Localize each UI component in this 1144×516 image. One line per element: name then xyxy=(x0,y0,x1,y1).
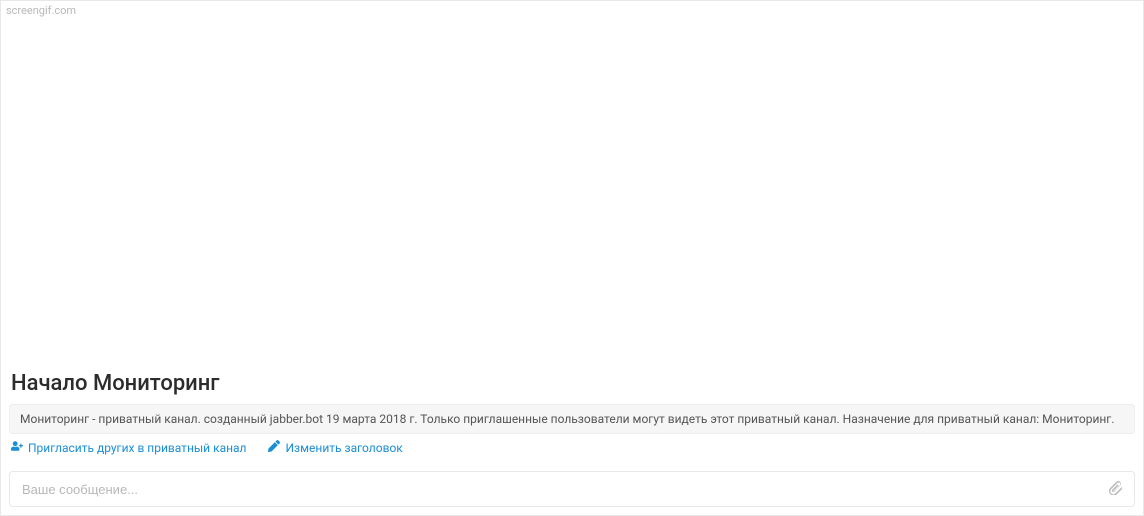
channel-actions-row: Пригласить других в приватный канал Изме… xyxy=(9,440,1135,465)
messages-scroll-area[interactable]: Начало Мониторинг Мониторинг - приватный… xyxy=(1,1,1143,465)
invite-others-label: Пригласить других в приватный канал xyxy=(28,441,246,455)
chat-container: Начало Мониторинг Мониторинг - приватный… xyxy=(1,1,1143,515)
edit-title-label: Изменить заголовок xyxy=(285,441,402,455)
composer-area xyxy=(1,465,1143,515)
user-plus-icon xyxy=(11,440,23,455)
message-composer xyxy=(9,471,1135,507)
channel-description: Мониторинг - приватный канал. созданный … xyxy=(9,404,1135,434)
attachment-icon[interactable] xyxy=(1108,480,1134,499)
channel-start-title: Начало Мониторинг xyxy=(9,371,1135,396)
edit-title-link[interactable]: Изменить заголовок xyxy=(268,440,402,455)
channel-start-block: Начало Мониторинг Мониторинг - приватный… xyxy=(1,371,1143,465)
watermark-text: screengif.com xyxy=(6,4,76,17)
invite-others-link[interactable]: Пригласить других в приватный канал xyxy=(11,440,246,455)
pencil-icon xyxy=(268,440,280,455)
message-input[interactable] xyxy=(10,482,1108,497)
